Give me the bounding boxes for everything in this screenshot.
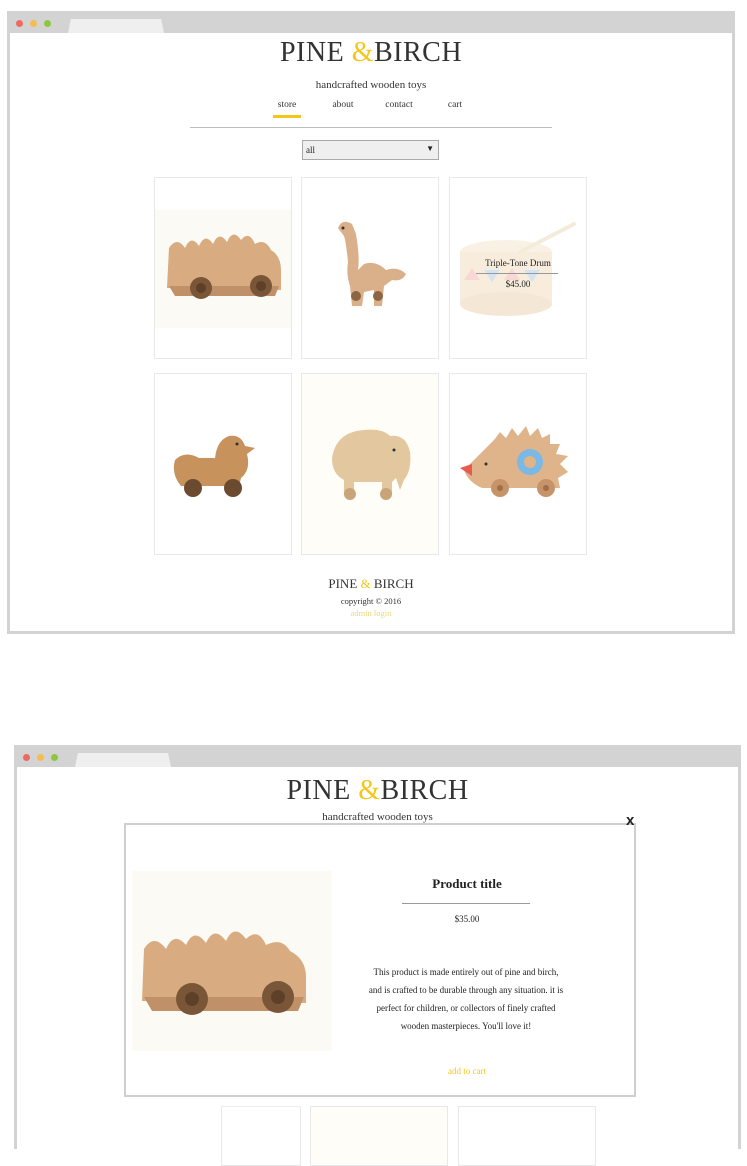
footer-brand-left: PINE [328, 576, 358, 591]
browser-chrome [10, 14, 732, 33]
product-card-duck[interactable] [154, 373, 292, 555]
product-card-car[interactable] [154, 177, 292, 359]
product-card-drum[interactable]: Triple-Tone Drum $45.00 [449, 177, 587, 359]
product-card-elephant[interactable] [310, 1106, 448, 1166]
window-controls [23, 754, 58, 761]
brand-name-right: BIRCH [380, 775, 469, 806]
filter-selected-value: all [306, 145, 315, 155]
product-card-elephant[interactable] [301, 373, 439, 555]
product-card-hedgehog[interactable] [458, 1106, 596, 1166]
brand-name-left: PINE [286, 775, 351, 806]
nav-contact[interactable]: contact [371, 100, 427, 118]
close-window-button[interactable] [23, 754, 30, 761]
add-to-cart-button[interactable]: add to cart [402, 1066, 532, 1076]
browser-chrome [17, 748, 738, 767]
close-window-button[interactable] [16, 20, 23, 27]
nav-about[interactable]: about [315, 100, 371, 118]
minimize-window-button[interactable] [30, 20, 37, 27]
footer-brand-right: BIRCH [373, 576, 414, 591]
nav-store[interactable]: store [259, 100, 315, 118]
store-browser-window: PINE &BIRCH handcrafted wooden toys stor… [7, 11, 735, 634]
product-price: $35.00 [454, 914, 480, 924]
browser-tab[interactable] [68, 19, 164, 33]
category-filter-select[interactable]: all ▼ [302, 140, 439, 160]
modal-browser-window: PINE &BIRCH handcrafted wooden toys Prod… [14, 745, 741, 1166]
close-modal-button[interactable]: x [626, 812, 634, 829]
brand-ampersand: & [351, 37, 374, 68]
product-hover-price: $45.00 [505, 279, 531, 289]
product-modal: Product title $35.00 This product is mad… [124, 823, 636, 1097]
wooden-drum-toy-image [450, 178, 586, 358]
brand-logo[interactable]: PINE &BIRCH [10, 37, 732, 69]
admin-login-link[interactable]: admin login [10, 608, 732, 618]
product-description: This product is made entirely out of pin… [368, 967, 564, 1031]
minimize-window-button[interactable] [37, 754, 44, 761]
dropdown-arrow-icon: ▼ [426, 144, 434, 153]
product-card-dinosaur[interactable] [301, 177, 439, 359]
wooden-duck-toy-image [173, 435, 255, 497]
nav-cart[interactable]: cart [427, 100, 483, 118]
main-nav: store about contact cart [10, 100, 732, 118]
title-underline [402, 903, 530, 904]
footer-ampersand: & [360, 576, 371, 591]
browser-tab[interactable] [75, 753, 171, 767]
maximize-window-button[interactable] [51, 754, 58, 761]
product-title: Product title [432, 876, 502, 891]
product-card-duck[interactable] [221, 1106, 301, 1166]
product-card-hedgehog[interactable] [449, 373, 587, 555]
copyright-text: copyright © 2016 [340, 596, 402, 606]
tagline: handcrafted wooden toys [315, 79, 427, 91]
product-hover-title: Triple-Tone Drum [485, 258, 551, 268]
wooden-elephant-toy-image [302, 374, 438, 554]
product-image [132, 871, 332, 1051]
nav-divider [190, 127, 552, 128]
brand-logo[interactable]: PINE &BIRCH [17, 775, 738, 807]
window-controls [16, 20, 51, 27]
brand-name-right: BIRCH [373, 37, 463, 68]
wooden-hedgehog-toy-image [460, 426, 568, 497]
brand-name-left: PINE [279, 37, 345, 68]
wooden-car-toy-image [155, 210, 291, 328]
hover-title-underline [476, 273, 558, 274]
maximize-window-button[interactable] [44, 20, 51, 27]
footer-brand-logo[interactable]: PINE & BIRCH [10, 576, 732, 592]
wooden-dinosaur-toy-image [338, 221, 406, 306]
brand-ampersand: & [358, 775, 381, 806]
